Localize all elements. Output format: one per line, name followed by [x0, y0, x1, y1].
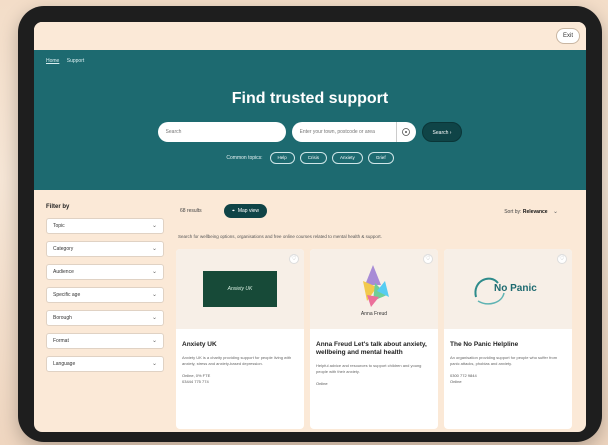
- location-target-icon: [402, 128, 410, 136]
- results-count: 68 results: [180, 208, 202, 214]
- topic-chip[interactable]: Crisis: [299, 152, 328, 164]
- bookmark-icon[interactable]: ♡: [423, 254, 433, 264]
- arrow-right-icon: ›: [449, 130, 452, 136]
- filter-category[interactable]: Category ⌄: [46, 241, 164, 257]
- results-header: 68 results ⌖ Map view Sort by: Relevance…: [176, 204, 576, 220]
- filter-label: Specific age: [53, 292, 81, 298]
- card-description: Helpful advice and resources to support …: [316, 363, 422, 374]
- map-pin-icon: ⌖: [232, 208, 235, 214]
- filter-format[interactable]: Format ⌄: [46, 333, 164, 349]
- card-description: Anxiety UK is a charity providing suppor…: [182, 355, 292, 366]
- filter-label: Format: [53, 338, 69, 344]
- chevron-down-icon: ⌄: [151, 361, 157, 367]
- exit-button[interactable]: Exit: [555, 28, 580, 44]
- anxiety-uk-logo: Anxiety UK: [203, 271, 277, 307]
- card-meta-line: Online: [450, 379, 462, 384]
- search-row: Search ›: [34, 122, 586, 142]
- chevron-down-icon: ⌄: [151, 338, 157, 344]
- anna-freud-logo: Anna Freud: [361, 265, 389, 317]
- map-view-button[interactable]: ⌖ Map view: [224, 204, 267, 218]
- card-meta: Online, 0% FTE 03444 775 774: [176, 367, 304, 385]
- card-title[interactable]: Anna Freud Let's talk about anxiety, wel…: [310, 329, 438, 357]
- chevron-down-icon: ⌄: [552, 209, 558, 215]
- card-description: An organisation providing support for pe…: [450, 355, 558, 366]
- filter-specific-age[interactable]: Specific age ⌄: [46, 287, 164, 303]
- card-title[interactable]: Anxiety UK: [176, 329, 304, 349]
- breadcrumb-current: Support: [66, 58, 85, 64]
- filter-label: Topic: [53, 223, 65, 229]
- anna-freud-logo-text: Anna Freud: [361, 311, 387, 317]
- search-input[interactable]: [157, 122, 286, 142]
- filter-label: Language: [53, 361, 76, 367]
- chevron-down-icon: ⌄: [151, 315, 157, 321]
- no-panic-logo: No Panic: [474, 277, 537, 305]
- card-meta-line: 03444 775 774: [182, 379, 209, 384]
- hero-banner: Home Support Find trusted support Search…: [34, 50, 586, 190]
- filter-borough[interactable]: Borough ⌄: [46, 310, 164, 326]
- results-notice: Search for wellbeing options, organisati…: [178, 234, 382, 239]
- card-image: Anna Freud ♡: [310, 249, 438, 329]
- chevron-down-icon: ⌄: [151, 223, 157, 229]
- search-button-label: Search: [432, 130, 449, 136]
- topic-chip[interactable]: Help: [269, 152, 295, 164]
- location-input[interactable]: [291, 122, 396, 142]
- filter-language[interactable]: Language ⌄: [46, 356, 164, 372]
- card-image: No Panic ♡: [444, 249, 572, 329]
- bookmark-icon[interactable]: ♡: [557, 254, 567, 264]
- topic-chip[interactable]: Anxiety: [332, 152, 363, 164]
- common-topics-label: Common topics:: [226, 155, 263, 161]
- sort-value: Relevance: [522, 209, 548, 215]
- filter-audience[interactable]: Audience ⌄: [46, 264, 164, 280]
- filter-label: Category: [53, 246, 74, 252]
- topic-chip[interactable]: Grief: [367, 152, 394, 164]
- card-meta-line: Online: [316, 381, 328, 386]
- card-title[interactable]: The No Panic Helpline: [444, 329, 572, 349]
- breadcrumb-home[interactable]: Home: [46, 58, 59, 64]
- app-screen: Exit Home Support Find trusted support S…: [34, 22, 586, 432]
- search-button[interactable]: Search ›: [421, 122, 463, 142]
- page-title: Find trusted support: [231, 90, 389, 107]
- chevron-down-icon: ⌄: [151, 246, 157, 252]
- common-topics: Common topics: Help Crisis Anxiety Grief: [34, 152, 586, 164]
- card-image: Anxiety UK ♡: [176, 249, 304, 329]
- chevron-down-icon: ⌄: [151, 269, 157, 275]
- card-meta: Online: [310, 375, 438, 387]
- result-card[interactable]: Anxiety UK ♡ Anxiety UK Anxiety UK is a …: [176, 249, 304, 429]
- no-panic-logo-text: No Panic: [494, 283, 537, 294]
- filter-label: Audience: [53, 269, 74, 275]
- bookmark-icon[interactable]: ♡: [289, 254, 299, 264]
- locate-me-button[interactable]: [395, 122, 416, 142]
- result-card[interactable]: Anna Freud ♡ Anna Freud Let's talk about…: [310, 249, 438, 429]
- map-view-label: Map view: [237, 208, 259, 214]
- top-bar: Exit: [34, 22, 586, 50]
- filter-topic[interactable]: Topic ⌄: [46, 218, 164, 234]
- sort-label: Sort by:: [504, 209, 522, 215]
- content-area: Filter by Topic ⌄ Category ⌄ Audience ⌄ Spe…: [34, 190, 586, 432]
- location-group: [291, 122, 416, 142]
- tablet-frame: Exit Home Support Find trusted support S…: [18, 6, 602, 442]
- result-cards: Anxiety UK ♡ Anxiety UK Anxiety UK is a …: [176, 249, 576, 429]
- filter-sidebar: Filter by Topic ⌄ Category ⌄ Audience ⌄ Spe…: [46, 204, 164, 379]
- filter-title: Filter by: [46, 204, 70, 210]
- sort-dropdown[interactable]: Sort by: Relevance ⌄: [504, 208, 558, 215]
- breadcrumb: Home Support: [46, 58, 90, 64]
- chevron-down-icon: ⌄: [151, 292, 157, 298]
- card-meta: 0300 772 9844 Online: [444, 367, 572, 385]
- results-panel: 68 results ⌖ Map view Sort by: Relevance…: [176, 204, 576, 429]
- filter-label: Borough: [53, 315, 72, 321]
- result-card[interactable]: No Panic ♡ The No Panic Helpline An orga…: [444, 249, 572, 429]
